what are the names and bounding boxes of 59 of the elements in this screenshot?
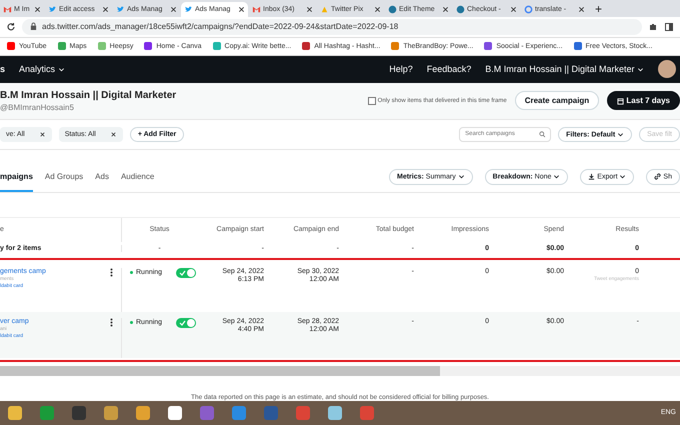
close-icon[interactable] [110,130,117,138]
address-field[interactable]: ads.twitter.com/ads_manager/18ce55iwft2/campaigns/?endDate=2022-09-24&startDate=2022-09-18 [22,18,642,35]
campaign-toggle[interactable] [176,268,196,278]
account-handle: @BMImranHossain5 [0,102,75,112]
date-range-button[interactable]: Last 7 days [607,91,680,110]
link-icon [654,173,662,180]
level-tab[interactable]: mpaigns [0,162,33,192]
wordpress-icon [456,4,465,14]
taskbar-app-icon[interactable] [136,406,150,420]
close-icon[interactable] [238,6,245,13]
analytics-menu[interactable]: Analytics [19,64,65,74]
taskbar-app-icon[interactable] [8,406,22,420]
reload-icon[interactable] [6,22,16,32]
google-icon [524,4,533,14]
close-icon[interactable] [510,6,517,13]
close-icon[interactable] [34,6,41,13]
chevron-down-icon [58,66,65,74]
close-icon[interactable] [578,6,585,13]
chevron-down-icon [617,130,624,138]
puzzle-icon[interactable] [648,22,658,32]
search-icon [539,130,546,138]
close-icon[interactable] [442,6,449,13]
scrollbar-thumb[interactable] [0,366,440,376]
level-tab[interactable]: Ad Groups [44,162,84,192]
calendar-icon [617,98,624,105]
new-tab-button[interactable]: + [589,2,608,17]
bird-icon [184,4,193,14]
level-tab[interactable]: Audience [120,162,154,192]
sidebar-icon[interactable] [664,22,674,32]
logo-text: s [0,64,6,74]
nav-link[interactable]: Feedback? [426,64,472,74]
lock-icon [30,22,37,32]
close-icon[interactable] [374,6,381,13]
triangle-icon [320,4,329,14]
taskbar-app-icon[interactable] [328,406,342,420]
account-name: B.M Imran Hossain || Digital Marketer [0,90,176,101]
taskbar-app-icon[interactable] [168,406,182,420]
more-icon[interactable] [110,318,113,327]
chevron-down-icon [637,66,644,74]
avatar[interactable] [658,60,676,78]
close-icon[interactable] [170,6,177,13]
account-menu[interactable]: B.M Imran Hossain || Digital Marketer [485,64,644,74]
mail-icon [252,4,261,14]
level-tab[interactable]: Ads [95,162,109,192]
chevron-down-icon [553,173,560,180]
bird-icon [116,4,125,14]
campaign-toggle[interactable] [176,318,196,328]
chevron-down-icon [458,173,465,180]
mail-icon [3,4,12,14]
download-icon [588,173,596,180]
bird-icon [48,4,57,14]
more-icon[interactable] [110,268,113,277]
close-icon[interactable] [38,130,46,138]
close-icon[interactable] [102,6,109,13]
close-icon[interactable] [306,6,313,13]
chevron-down-icon [619,173,626,180]
wordpress-icon [388,4,397,14]
create-campaign-button[interactable]: Create campaign [514,91,600,110]
nav-link[interactable]: Help? [389,64,413,74]
